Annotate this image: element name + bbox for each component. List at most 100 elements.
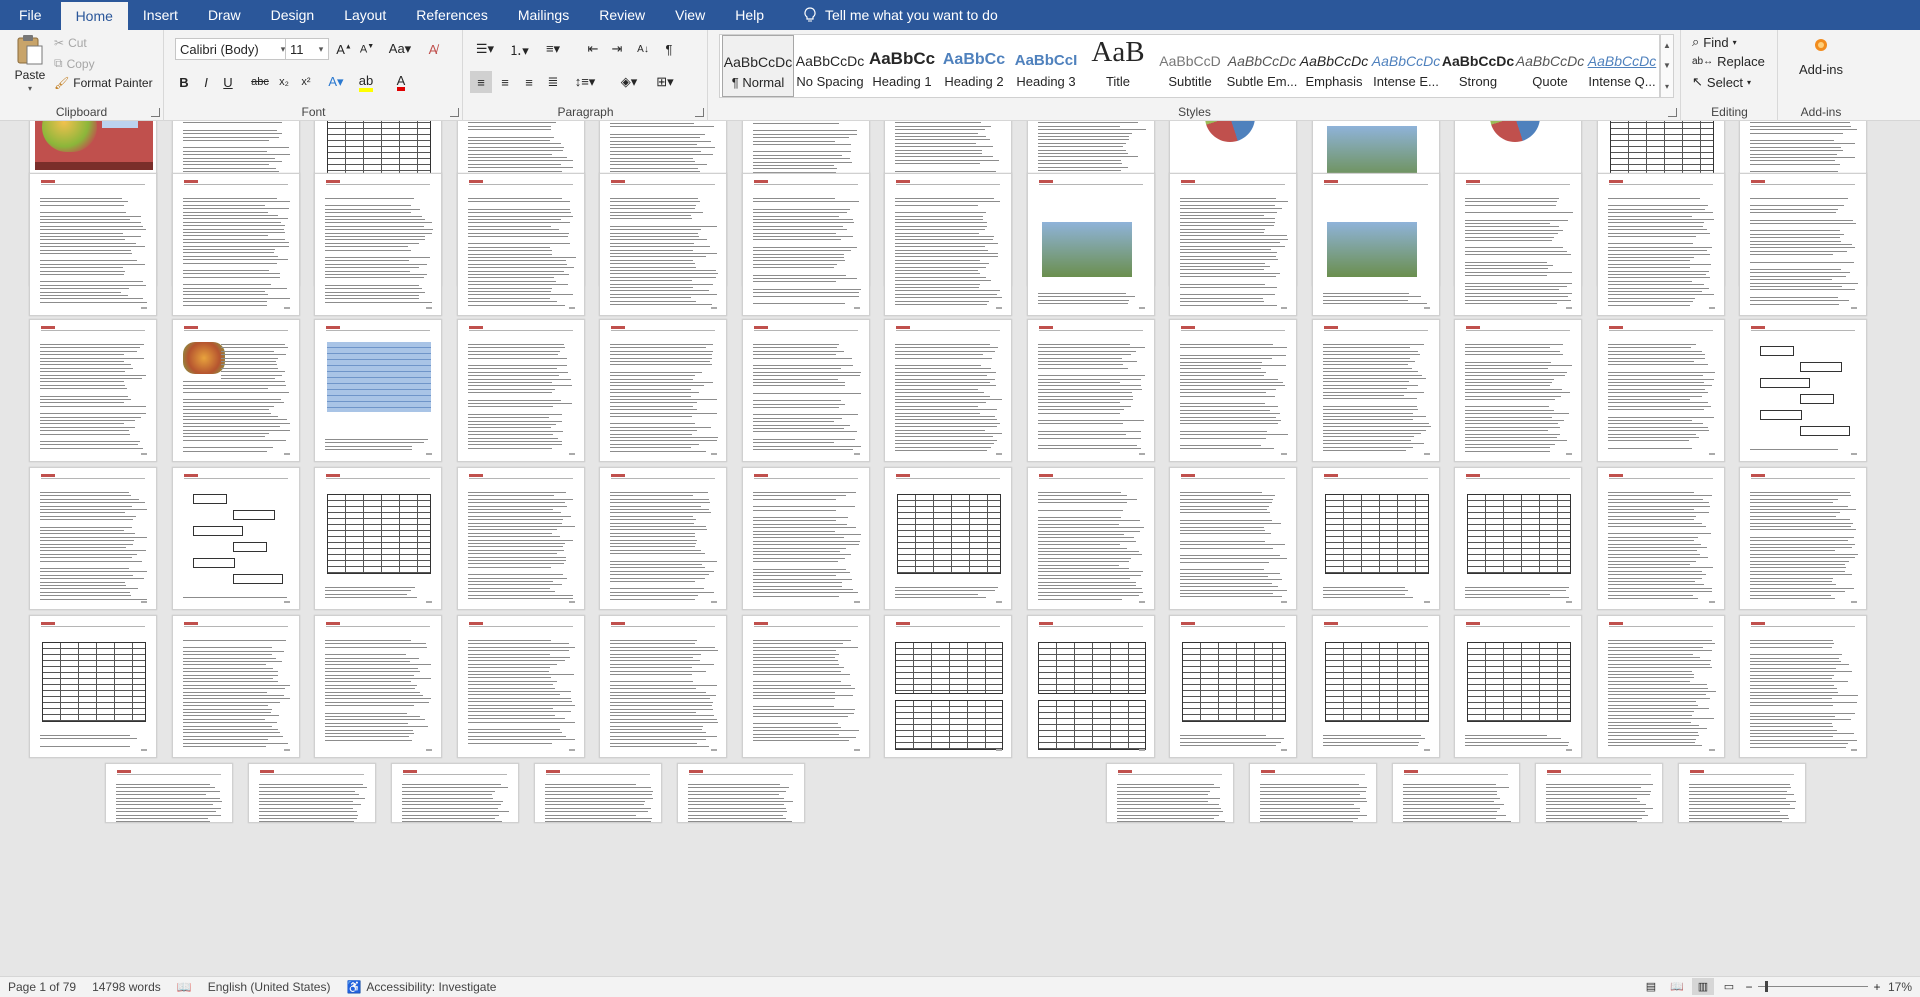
style-intense-emphasis[interactable]: AaBbCcDc Intense E... bbox=[1370, 35, 1442, 97]
tab-layout[interactable]: Layout bbox=[329, 0, 401, 30]
decrease-indent-button[interactable]: ⇤ bbox=[582, 38, 604, 60]
show-formatting-button[interactable]: ¶ bbox=[658, 38, 680, 60]
borders-button[interactable]: ⊞▾ bbox=[650, 71, 680, 93]
tab-design[interactable]: Design bbox=[256, 0, 330, 30]
font-name-combo[interactable]: Calibri (Body) ▾ bbox=[175, 38, 291, 60]
font-size-combo[interactable]: 11 ▾ bbox=[285, 38, 329, 60]
zoom-level[interactable]: 17% bbox=[1888, 978, 1912, 995]
sort-button[interactable]: A↓ bbox=[632, 38, 654, 60]
select-button[interactable]: ↖ Select ▾ bbox=[1692, 74, 1751, 90]
align-center-button[interactable]: ≡ bbox=[494, 71, 516, 93]
numbering-button[interactable]: ⒈▾ bbox=[504, 38, 534, 60]
paste-button[interactable]: Paste ▾ bbox=[10, 34, 50, 93]
font-color-button[interactable]: A bbox=[390, 71, 412, 93]
page-text-line bbox=[1608, 361, 1694, 363]
page-text-line bbox=[1750, 685, 1834, 687]
tab-file[interactable]: File bbox=[0, 0, 61, 30]
bullets-button[interactable]: ☰▾ bbox=[470, 38, 500, 60]
styles-label: Styles bbox=[1178, 105, 1211, 119]
page-text-line bbox=[753, 449, 853, 451]
word-count-text: 14798 words bbox=[92, 980, 161, 994]
replace-button[interactable]: ab↔ Replace bbox=[1692, 54, 1765, 69]
tab-help[interactable]: Help bbox=[720, 0, 779, 30]
style-heading-2[interactable]: AaBbCc Heading 2 bbox=[938, 35, 1010, 97]
superscript-button[interactable]: x² bbox=[295, 71, 317, 93]
justify-button[interactable]: ≣ bbox=[542, 71, 564, 93]
print-layout-button[interactable]: ▥ bbox=[1692, 978, 1714, 995]
tab-mailings[interactable]: Mailings bbox=[503, 0, 584, 30]
style-emphasis[interactable]: AaBbCcDc Emphasis bbox=[1298, 35, 1370, 97]
highlight-button[interactable]: ab bbox=[355, 71, 377, 93]
style-strong[interactable]: AaBbCcDc Strong bbox=[1442, 35, 1514, 97]
tab-view[interactable]: View bbox=[660, 0, 720, 30]
zoom-slider-thumb[interactable] bbox=[1765, 981, 1768, 992]
addins-button[interactable]: Add-ins bbox=[1791, 34, 1851, 77]
page-text-line bbox=[468, 392, 552, 394]
language-status[interactable]: English (United States) bbox=[200, 977, 339, 997]
word-count[interactable]: 14798 words bbox=[84, 977, 169, 997]
underline-button[interactable]: U bbox=[217, 71, 239, 93]
styles-gallery-scroll[interactable]: ▲ ▼ ▾ bbox=[1660, 34, 1674, 98]
zoom-in-button[interactable]: + bbox=[1870, 978, 1884, 995]
clear-formatting-button[interactable]: A̸ bbox=[422, 38, 444, 60]
italic-button[interactable]: I bbox=[195, 71, 217, 93]
tab-insert[interactable]: Insert bbox=[128, 0, 193, 30]
document-multipage-view[interactable]: 2023 bbox=[0, 121, 1920, 976]
grow-font-button[interactable]: A▲ bbox=[333, 38, 355, 60]
shading-button[interactable]: ◈▾ bbox=[614, 71, 644, 93]
align-left-button[interactable]: ≡ bbox=[470, 71, 492, 93]
tab-review[interactable]: Review bbox=[584, 0, 660, 30]
web-layout-button[interactable]: ▭ bbox=[1718, 978, 1740, 995]
accessibility-status[interactable]: ♿ Accessibility: Investigate bbox=[338, 977, 504, 997]
text-effects-button[interactable]: A▾ bbox=[325, 71, 347, 93]
page-text-line bbox=[1038, 595, 1139, 597]
style-subtitle[interactable]: AaBbCcD Subtitle bbox=[1154, 35, 1226, 97]
page-text-line bbox=[1038, 361, 1137, 363]
align-right-button[interactable]: ≡ bbox=[518, 71, 540, 93]
zoom-slider-track[interactable] bbox=[1758, 986, 1868, 987]
tab-draw[interactable]: Draw bbox=[193, 0, 256, 30]
style-normal[interactable]: AaBbCcDc ¶ Normal bbox=[722, 35, 794, 97]
page-text-line bbox=[1465, 198, 1559, 200]
tell-me-search[interactable]: Tell me what you want to do bbox=[803, 0, 998, 30]
paragraph-dialog-launcher[interactable] bbox=[695, 108, 704, 117]
style-title[interactable]: AaB Title bbox=[1082, 35, 1154, 97]
style-intense-quote[interactable]: AaBbCcDc Intense Q... bbox=[1586, 35, 1658, 97]
shrink-font-button[interactable]: A▼ bbox=[356, 38, 378, 60]
focus-mode-button[interactable]: ▤ bbox=[1640, 978, 1662, 995]
page-text-line bbox=[468, 137, 554, 139]
read-mode-button[interactable]: 📖 bbox=[1666, 978, 1688, 995]
page-count[interactable]: Page 1 of 79 bbox=[0, 977, 84, 997]
page-number bbox=[1709, 601, 1715, 603]
tab-home[interactable]: Home bbox=[60, 2, 128, 30]
strikethrough-button[interactable]: abc bbox=[249, 71, 271, 93]
page-text-line bbox=[468, 657, 570, 659]
style-heading-3[interactable]: AaBbCcI Heading 3 bbox=[1010, 35, 1082, 97]
multilevel-list-button[interactable]: ≡▾ bbox=[538, 38, 568, 60]
select-label: Select bbox=[1706, 74, 1744, 90]
line-spacing-button[interactable]: ↕≡▾ bbox=[570, 71, 600, 93]
styles-dialog-launcher[interactable] bbox=[1668, 108, 1677, 117]
bold-button[interactable]: B bbox=[173, 71, 195, 93]
tab-references[interactable]: References bbox=[401, 0, 503, 30]
style-subtle-emphasis[interactable]: AaBbCcDc Subtle Em... bbox=[1226, 35, 1298, 97]
format-painter-button[interactable]: 🖌 Format Painter bbox=[54, 76, 153, 90]
clipboard-dialog-launcher[interactable] bbox=[151, 108, 160, 117]
font-dialog-launcher[interactable] bbox=[450, 108, 459, 117]
page-text-line bbox=[1465, 447, 1550, 449]
style-no-spacing[interactable]: AaBbCcDc No Spacing bbox=[794, 35, 866, 97]
cut-button[interactable]: ✂ Cut bbox=[54, 36, 87, 50]
change-case-button[interactable]: Aa▾ bbox=[385, 38, 415, 60]
increase-indent-button[interactable]: ⇥ bbox=[606, 38, 628, 60]
page-text-line bbox=[1750, 157, 1855, 159]
proofing-status[interactable]: 📖 bbox=[169, 977, 200, 997]
style-quote[interactable]: AaBbCcDc Quote bbox=[1514, 35, 1586, 97]
page-text-line bbox=[753, 275, 846, 277]
style-heading-1[interactable]: AaBbCc Heading 1 bbox=[866, 35, 938, 97]
page-text-line bbox=[468, 650, 569, 652]
find-button[interactable]: ⌕ Find ▾ bbox=[1692, 34, 1737, 50]
zoom-out-button[interactable]: − bbox=[1742, 978, 1756, 995]
page-text-line bbox=[1608, 347, 1691, 349]
copy-button[interactable]: ⧉ Copy bbox=[54, 56, 95, 71]
subscript-button[interactable]: x₂ bbox=[273, 71, 295, 93]
